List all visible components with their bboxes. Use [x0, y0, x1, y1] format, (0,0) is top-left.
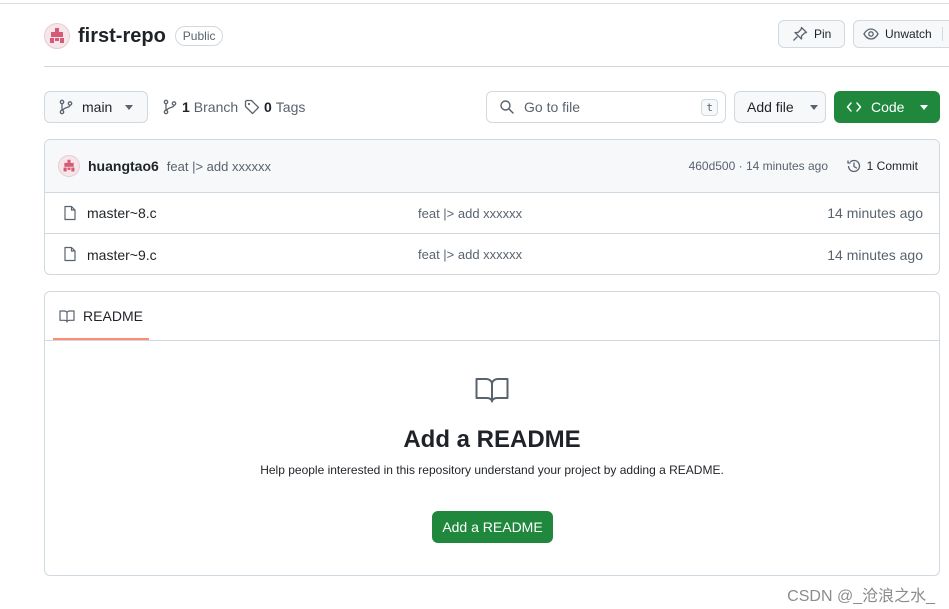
search-placeholder: Go to file: [524, 99, 581, 115]
file-list: huangtao6 feat |> add xxxxxx 460d500 · 1…: [44, 139, 940, 275]
code-button[interactable]: Code: [834, 91, 940, 123]
history-icon: [847, 159, 860, 173]
commit-message[interactable]: feat |> add xxxxxx: [167, 159, 271, 174]
git-branch-icon: [163, 99, 177, 115]
code-label: Code: [871, 99, 905, 115]
chevron-down-icon: [920, 104, 929, 110]
file-commit-time: 14 minutes ago: [827, 205, 923, 221]
avatar[interactable]: [44, 23, 70, 49]
book-icon: [475, 378, 509, 403]
search-icon: [500, 100, 514, 114]
header-divider: [44, 66, 949, 67]
commit-sha-time[interactable]: 460d500 · 14 minutes ago: [689, 159, 828, 173]
table-row[interactable]: master~8.c feat |> add xxxxxx 14 minutes…: [45, 193, 939, 234]
branch-name: main: [82, 99, 113, 115]
tag-count: 0: [264, 99, 272, 115]
commit-history-link[interactable]: 1 Commit: [846, 158, 918, 174]
add-file-button[interactable]: Add file: [734, 91, 826, 123]
identicon-icon: [50, 28, 64, 43]
eye-icon: [863, 28, 879, 40]
branch-label: Branch: [193, 99, 239, 115]
tags-link[interactable]: 0 Tags: [244, 99, 305, 115]
pin-icon: [793, 26, 808, 41]
add-file-label: Add file: [747, 99, 794, 115]
readme-title: Add a README: [403, 426, 581, 453]
file-icon: [64, 246, 76, 262]
readme-tab-label: README: [83, 308, 143, 324]
code-icon: [846, 102, 862, 112]
visibility-badge: Public: [174, 26, 224, 46]
chevron-down-icon: [125, 104, 134, 110]
commit-count: 1 Commit: [866, 159, 918, 173]
go-to-file-input[interactable]: Go to file t: [486, 91, 726, 123]
tag-icon: [244, 99, 260, 115]
identicon-icon: [63, 159, 75, 172]
top-divider: [0, 3, 949, 4]
pin-button[interactable]: Pin: [778, 20, 845, 48]
book-icon: [59, 310, 75, 323]
file-commit-message[interactable]: feat |> add xxxxxx: [418, 206, 522, 221]
file-name[interactable]: master~9.c: [87, 247, 157, 263]
author-avatar[interactable]: [58, 155, 80, 177]
branch-count: 1: [182, 99, 190, 115]
repo-name[interactable]: first-repo: [78, 25, 166, 48]
readme-divider: [45, 340, 939, 341]
file-icon: [64, 205, 76, 221]
git-branch-icon: [59, 99, 73, 115]
branches-link[interactable]: 1 Branch: [162, 99, 238, 115]
commit-author[interactable]: huangtao6: [88, 158, 159, 174]
chevron-down-icon: [809, 104, 818, 110]
table-row[interactable]: master~9.c feat |> add xxxxxx 14 minutes…: [45, 234, 939, 274]
watch-button[interactable]: Unwatch 1: [853, 20, 949, 48]
watermark: CSDN @_沧浪之水_: [787, 588, 935, 605]
file-commit-message[interactable]: feat |> add xxxxxx: [418, 247, 522, 262]
tag-label: Tags: [275, 99, 306, 115]
tab-readme[interactable]: README: [53, 292, 149, 340]
search-shortcut: t: [701, 99, 718, 116]
watch-count: 1: [941, 27, 949, 41]
readme-panel: README Add a README Help people interest…: [44, 291, 940, 576]
branch-select[interactable]: main: [44, 91, 148, 123]
latest-commit-bar: huangtao6 feat |> add xxxxxx 460d500 · 1…: [45, 140, 939, 193]
pin-label: Pin: [814, 27, 832, 41]
readme-description: Help people interested in this repositor…: [260, 463, 724, 477]
add-readme-button[interactable]: Add a README: [432, 511, 553, 543]
file-name[interactable]: master~8.c: [87, 205, 157, 221]
file-commit-time: 14 minutes ago: [827, 246, 923, 263]
repo-header: first-repo Public: [44, 20, 224, 52]
watch-label: Unwatch: [885, 27, 932, 41]
